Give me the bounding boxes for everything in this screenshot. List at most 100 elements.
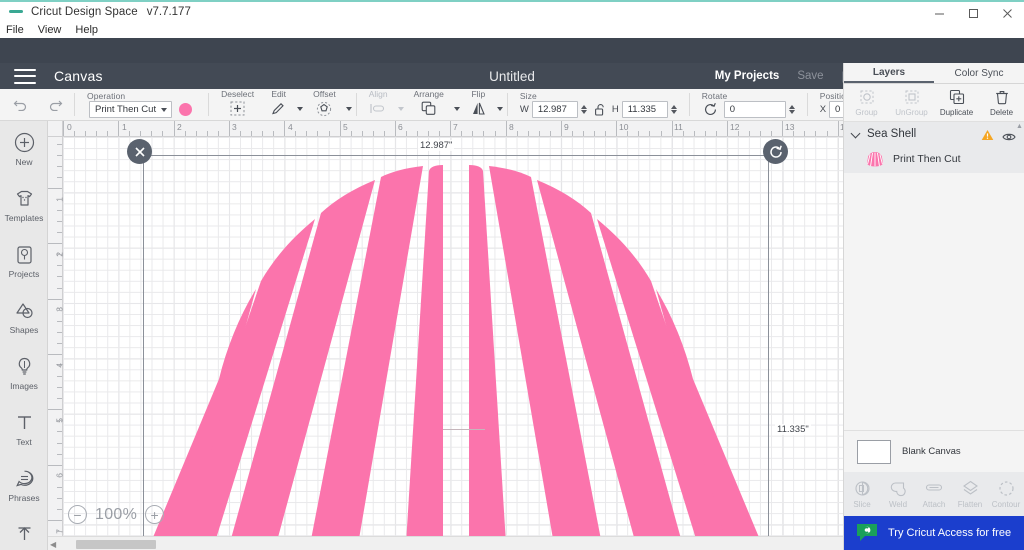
undo-icon[interactable] <box>12 96 29 113</box>
shapes-icon <box>13 300 35 322</box>
vertical-ruler: 1 2 3 4 5 6 7 <box>48 137 65 550</box>
design-canvas[interactable]: 0 1 2 3 4 5 6 7 8 9 10 11 12 13 14 15 <box>48 121 843 550</box>
blank-canvas-swatch[interactable] <box>857 439 891 464</box>
sidebar-item-upload[interactable]: Upload <box>0 513 48 550</box>
flip-button[interactable]: Flip <box>460 89 495 120</box>
cricut-access-icon <box>856 523 878 543</box>
menu-item-view[interactable]: View <box>38 24 62 36</box>
my-projects-link[interactable]: My Projects <box>715 70 780 82</box>
hamburger-menu-icon[interactable] <box>14 68 36 84</box>
width-input[interactable]: 12.987 <box>531 101 578 118</box>
weld-label: Weld <box>888 500 908 509</box>
flip-label: Flip <box>471 89 486 99</box>
deselect-button[interactable]: Deselect <box>213 89 262 120</box>
scroll-up-arrow-icon[interactable]: ▲ <box>1016 123 1023 130</box>
trash-icon <box>993 89 1010 106</box>
scrollbar-thumb[interactable] <box>76 540 156 549</box>
center-guide <box>443 429 485 430</box>
sidebar-item-shapes[interactable]: Shapes <box>0 289 48 345</box>
warning-triangle-icon[interactable] <box>981 128 994 140</box>
layer-group-name: Sea Shell <box>867 127 917 140</box>
scroll-left-arrow-icon[interactable]: ◀ <box>50 540 56 549</box>
rotate-input[interactable]: 0 <box>723 101 786 118</box>
redo-icon[interactable] <box>47 96 64 113</box>
zoom-in-icon[interactable]: + <box>145 505 165 524</box>
group-icon <box>858 89 875 106</box>
zoom-out-icon[interactable]: − <box>68 505 87 524</box>
width-value: 12.987 <box>537 104 567 115</box>
canvas-grid[interactable]: 12.987" 11.335" <box>63 137 843 550</box>
height-value: 11.335 <box>627 104 657 115</box>
rotate-stepper[interactable] <box>788 105 797 114</box>
rotate-icon <box>702 101 719 118</box>
layer-row[interactable]: Print Then Cut <box>844 145 1024 173</box>
eye-icon[interactable] <box>1002 129 1016 140</box>
unlock-icon[interactable] <box>594 103 607 117</box>
offset-caret-icon[interactable] <box>345 107 352 111</box>
ungroup-button: UnGroup <box>889 84 934 121</box>
ruler-h-tick-1: 1 <box>122 122 127 132</box>
flatten-icon <box>961 479 979 497</box>
group-label: Group <box>855 107 878 117</box>
rotate-handle-icon[interactable] <box>763 139 788 164</box>
ruler-h-tick-4: 4 <box>288 122 293 132</box>
horizontal-ruler: 0 1 2 3 4 5 6 7 8 9 10 11 12 13 14 15 <box>63 121 843 137</box>
sidebar-item-new[interactable]: New <box>0 121 48 177</box>
height-stepper[interactable] <box>670 105 679 114</box>
cricut-design-space-window: Cricut Design Space v7.7.177 File View H… <box>0 0 1024 550</box>
ruler-h-tick-9: 9 <box>564 122 569 132</box>
width-stepper[interactable] <box>580 105 589 114</box>
close-icon[interactable] <box>990 2 1024 24</box>
duplicate-button[interactable]: Duplicate <box>934 84 979 121</box>
minimize-icon[interactable] <box>922 2 956 24</box>
layer-group-row[interactable]: Sea Shell <box>844 122 1024 145</box>
menubar: File View Help <box>0 22 1024 38</box>
ruler-h-tick-0: 0 <box>67 122 72 132</box>
height-input[interactable]: 11.335 <box>621 101 668 118</box>
delete-selection-button[interactable] <box>127 139 152 164</box>
duplicate-icon <box>948 89 965 106</box>
maximize-icon[interactable] <box>956 2 990 24</box>
ruler-h-tick-6: 6 <box>398 122 403 132</box>
cricut-access-banner[interactable]: Try Cricut Access for free <box>844 516 1024 550</box>
chevron-down-icon[interactable] <box>852 129 861 138</box>
layer-name: Print Then Cut <box>893 153 961 165</box>
flip-icon <box>470 100 487 117</box>
x-label: X <box>819 104 827 115</box>
sidebar-item-templates[interactable]: Templates <box>0 177 48 233</box>
edit-button[interactable]: Edit <box>262 89 295 120</box>
layers-panel-actions: Group UnGroup Duplicate Delete <box>844 84 1024 122</box>
operation-label: Operation <box>87 91 126 101</box>
align-icon <box>370 100 387 117</box>
blank-canvas-row[interactable]: Blank Canvas <box>844 430 1024 472</box>
horizontal-scrollbar[interactable]: ◀ <box>48 536 843 550</box>
zoom-value: 100% <box>95 505 138 523</box>
contour-icon <box>997 479 1015 497</box>
save-button[interactable]: Save <box>797 70 823 82</box>
operation-color-swatch[interactable] <box>179 103 193 116</box>
menu-item-help[interactable]: Help <box>75 24 98 36</box>
selection-height-label: 11.335" <box>775 424 811 435</box>
ruler-h-tick-2: 2 <box>177 122 182 132</box>
offset-button[interactable]: Offset <box>303 89 344 120</box>
delete-button[interactable]: Delete <box>979 84 1024 121</box>
operation-select[interactable]: Print Then Cut <box>89 101 173 118</box>
sidebar-item-text[interactable]: Text <box>0 401 48 457</box>
shell-thumbnail-icon <box>866 150 884 168</box>
canvas-label: Canvas <box>54 68 103 84</box>
selection-bounding-box[interactable] <box>143 155 769 550</box>
rotate-value: 0 <box>729 104 735 115</box>
sidebar-item-images[interactable]: Images <box>0 345 48 401</box>
arrange-button[interactable]: Arrange <box>404 89 452 120</box>
tab-color-sync[interactable]: Color Sync <box>934 63 1024 83</box>
tab-layers[interactable]: Layers <box>844 63 934 83</box>
ruler-h-tick-3: 3 <box>232 122 237 132</box>
size-group: Size W 12.987 H 11.335 <box>512 89 685 120</box>
sidebar-item-projects[interactable]: Projects <box>0 233 48 289</box>
height-label: H <box>611 104 619 115</box>
sidebar-item-phrases[interactable]: Phrases <box>0 457 48 513</box>
slice-button: Slice <box>844 472 880 516</box>
flip-caret-icon[interactable] <box>496 107 503 111</box>
width-label: W <box>519 104 529 115</box>
menu-item-file[interactable]: File <box>6 24 24 36</box>
